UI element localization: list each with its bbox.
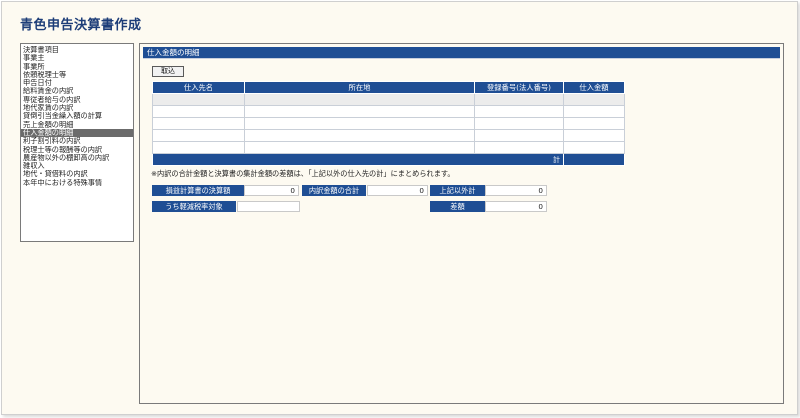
total-label: 計	[152, 153, 564, 166]
note-text: ※内訳の合計金額と決算書の集計金額の差額は、「上記以外の仕入先の計」にまとめられ…	[151, 169, 455, 178]
table-row[interactable]	[152, 105, 625, 118]
table-cell[interactable]	[474, 141, 564, 154]
sidebar-item[interactable]: 地代家賃の内訳	[21, 104, 133, 112]
table-cell[interactable]	[152, 141, 245, 154]
breakdown-total-label: 内訳金額の合計	[302, 185, 366, 196]
sidebar-item[interactable]: 利子割引料の内訳	[21, 137, 133, 145]
sidebar-item[interactable]: 申告日付	[21, 79, 133, 87]
table-cell[interactable]	[474, 93, 564, 106]
table-row[interactable]	[152, 141, 625, 154]
table-cell[interactable]	[244, 117, 475, 130]
sidebar-item[interactable]: 仕入金額の明細	[21, 128, 133, 138]
app-title: 青色申告決算書作成	[20, 18, 142, 33]
import-button[interactable]: 取込	[152, 66, 184, 77]
other-total-value: 0	[485, 185, 547, 196]
column-header-registration-number: 登録番号(法人番号)	[474, 81, 564, 94]
total-value	[563, 153, 625, 166]
table-cell[interactable]	[244, 105, 475, 118]
table-cell[interactable]	[563, 117, 625, 130]
sidebar-item[interactable]: 事業主	[21, 54, 133, 62]
section-title: 仕入金額の明細	[143, 47, 780, 59]
sidebar-item[interactable]: 地代・貸借料の内訳	[21, 170, 133, 178]
breakdown-total-value: 0	[367, 185, 428, 196]
column-header-supplier: 仕入先名	[152, 81, 245, 94]
other-total-label: 上記以外計	[430, 185, 485, 196]
table-cell[interactable]	[474, 117, 564, 130]
main-panel: 仕入金額の明細 取込 仕入先名 所在地 登録番号(法人番号) 仕入金額 計 ※内…	[139, 43, 784, 404]
difference-label: 差額	[430, 201, 485, 212]
reduced-tax-value[interactable]	[237, 201, 300, 212]
table-cell[interactable]	[474, 105, 564, 118]
sidebar-item[interactable]: 専従者給与の内訳	[21, 96, 133, 104]
sidebar-item[interactable]: 農産物以外の棚卸高の内訳	[21, 154, 133, 162]
column-header-address: 所在地	[244, 81, 475, 94]
sidebar-item[interactable]: 依頼税理士等	[21, 71, 133, 79]
sidebar-item[interactable]: 事業所	[21, 63, 133, 71]
table-cell[interactable]	[563, 141, 625, 154]
table-cell[interactable]	[244, 93, 475, 106]
table-cell[interactable]	[244, 141, 475, 154]
difference-value: 0	[485, 201, 547, 212]
table-cell[interactable]	[244, 129, 475, 142]
sidebar-item[interactable]: 税理士等の報酬等の内訳	[21, 146, 133, 154]
reduced-tax-label: うち軽減税率対象	[152, 201, 236, 212]
sidebar-item[interactable]: 売上金額の明細	[21, 121, 133, 129]
table-cell[interactable]	[152, 105, 245, 118]
table-cell[interactable]	[152, 93, 245, 106]
table-row[interactable]	[152, 117, 625, 130]
sidebar-item[interactable]: 雑収入	[21, 162, 133, 170]
sidebar-item[interactable]: 貸倒引当金繰入額の計算	[21, 112, 133, 120]
settlement-label: 損益計算書の決算額	[152, 185, 244, 196]
table-cell[interactable]	[152, 117, 245, 130]
purchase-table: 仕入先名 所在地 登録番号(法人番号) 仕入金額 計	[152, 81, 625, 166]
settlement-value: 0	[244, 185, 299, 196]
app-window: 青色申告決算書作成 決算書項目 事業主 事業所 依頼税理士等 申告日付 給料賃金の内訳 専従…	[1, 1, 798, 415]
sidebar-item[interactable]: 本年中における特殊事情	[21, 179, 133, 187]
table-row[interactable]	[152, 93, 625, 106]
table-cell[interactable]	[563, 129, 625, 142]
table-cell[interactable]	[563, 105, 625, 118]
table-cell[interactable]	[474, 129, 564, 142]
table-cell[interactable]	[563, 93, 625, 106]
total-row: 計	[152, 153, 625, 166]
table-cell[interactable]	[152, 129, 245, 142]
table-header-row: 仕入先名 所在地 登録番号(法人番号) 仕入金額	[152, 81, 625, 94]
table-row[interactable]	[152, 129, 625, 142]
sidebar-item[interactable]: 給料賃金の内訳	[21, 87, 133, 95]
sidebar-item[interactable]: 決算書項目	[21, 46, 133, 54]
sidebar-list[interactable]: 決算書項目 事業主 事業所 依頼税理士等 申告日付 給料賃金の内訳 専従者給与の内訳 地代家賃…	[20, 43, 134, 242]
column-header-amount: 仕入金額	[563, 81, 625, 94]
